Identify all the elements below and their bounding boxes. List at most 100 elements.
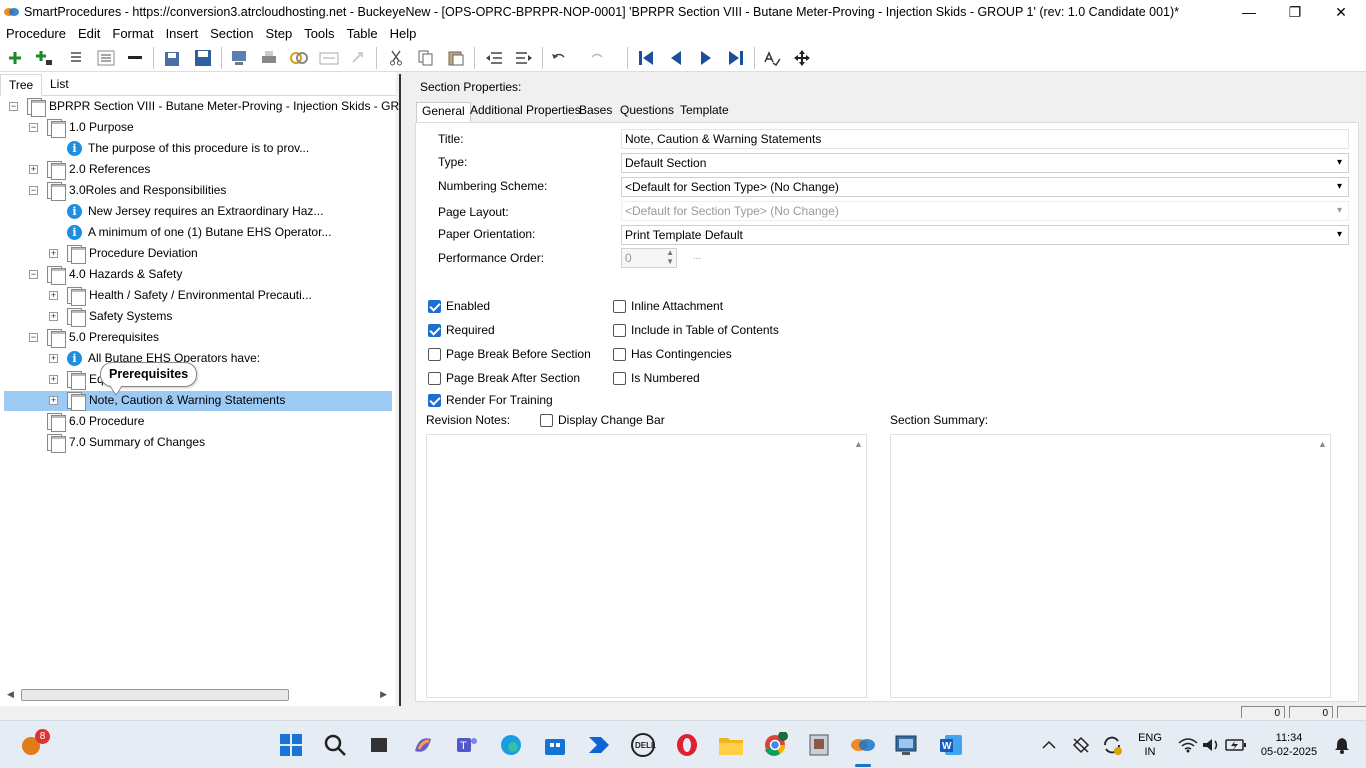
- link-icon[interactable]: [289, 48, 309, 68]
- expand-icon[interactable]: +: [49, 375, 58, 384]
- tree-node[interactable]: Health / Safety / Environmental Precauti…: [67, 285, 312, 306]
- is-numbered-checkbox[interactable]: Is Numbered: [613, 371, 700, 385]
- section-summary-textarea[interactable]: ▲: [890, 434, 1331, 698]
- collapse-icon[interactable]: −: [29, 123, 38, 132]
- cut-icon[interactable]: [386, 48, 406, 68]
- menu-step[interactable]: Step: [259, 26, 298, 41]
- save-all-icon[interactable]: [163, 48, 183, 68]
- vertical-scrollbar[interactable]: ▲: [1316, 435, 1330, 697]
- smartprocedures-taskbar-icon[interactable]: [849, 731, 877, 759]
- task-view-icon[interactable]: [365, 731, 393, 759]
- notification-icon[interactable]: [1328, 731, 1356, 759]
- remove-icon[interactable]: [125, 48, 145, 68]
- tab-general[interactable]: General: [416, 102, 471, 122]
- tree-node[interactable]: i A minimum of one (1) Butane EHS Operato…: [67, 222, 331, 242]
- dell-icon[interactable]: DELL: [629, 731, 657, 759]
- tab-template[interactable]: Template: [675, 102, 734, 122]
- tab-additional-properties[interactable]: Additional Properties: [465, 102, 586, 122]
- word-icon[interactable]: W: [937, 731, 965, 759]
- page-layout-select[interactable]: <Default for Section Type> (No Change) ▾: [621, 201, 1349, 221]
- spellcheck-icon[interactable]: [762, 48, 782, 68]
- tree-node[interactable]: 3.0Roles and Responsibilities: [47, 180, 226, 201]
- tree-node[interactable]: BPRPR Section VIII - Butane Meter-Provin…: [27, 96, 409, 117]
- has-contingencies-checkbox[interactable]: Has Contingencies: [613, 347, 732, 361]
- redo-disabled-icon[interactable]: [348, 48, 368, 68]
- menu-table[interactable]: Table: [341, 26, 384, 41]
- expand-icon[interactable]: +: [49, 312, 58, 321]
- collapse-icon[interactable]: −: [29, 333, 38, 342]
- power-automate-icon[interactable]: [585, 731, 613, 759]
- battery-icon[interactable]: [1222, 731, 1250, 759]
- outdent-icon[interactable]: [484, 48, 504, 68]
- weather-widget-icon[interactable]: 8: [18, 729, 50, 759]
- attach-icon[interactable]: [319, 48, 339, 68]
- paste-icon[interactable]: [446, 48, 466, 68]
- redo-icon[interactable]: [590, 48, 610, 68]
- language-indicator[interactable]: ENG IN: [1133, 731, 1167, 759]
- undo-icon[interactable]: [550, 48, 570, 68]
- menu-insert[interactable]: Insert: [160, 26, 205, 41]
- clock[interactable]: 11:34 05-02-2025: [1252, 731, 1326, 759]
- tab-list[interactable]: List: [42, 74, 77, 96]
- numbering-scheme-select[interactable]: <Default for Section Type> (No Change) ▾: [621, 177, 1349, 197]
- list-alt-icon[interactable]: [96, 48, 116, 68]
- horizontal-scrollbar[interactable]: ◀ ▶: [4, 688, 390, 702]
- tab-questions[interactable]: Questions: [615, 102, 679, 122]
- tree-node[interactable]: 1.0 Purpose: [47, 117, 134, 138]
- expand-icon[interactable]: +: [49, 249, 58, 258]
- tree-node[interactable]: 6.0 Procedure: [47, 411, 144, 432]
- performance-order-browse-button[interactable]: ...: [688, 251, 706, 265]
- page-break-after-checkbox[interactable]: Page Break After Section: [428, 371, 580, 385]
- menu-format[interactable]: Format: [106, 26, 159, 41]
- tree-node[interactable]: 4.0 Hazards & Safety: [47, 264, 182, 285]
- tree-node[interactable]: i New Jersey requires an Extraordinary Ha…: [67, 201, 323, 221]
- revision-notes-textarea[interactable]: ▲: [426, 434, 867, 698]
- opera-icon[interactable]: [673, 731, 701, 759]
- remote-desktop-icon[interactable]: [893, 731, 921, 759]
- tree-node[interactable]: Safety Systems: [67, 306, 172, 327]
- collapse-icon[interactable]: −: [9, 102, 18, 111]
- tree-node[interactable]: Procedure Deviation: [67, 243, 198, 264]
- page-break-before-checkbox[interactable]: Page Break Before Section: [428, 347, 591, 361]
- tree-node[interactable]: Note, Caution & Warning Statements: [67, 390, 285, 411]
- save-icon[interactable]: [193, 48, 213, 68]
- render-for-training-checkbox[interactable]: Render For Training: [428, 393, 553, 407]
- menu-help[interactable]: Help: [384, 26, 423, 41]
- move-icon[interactable]: [792, 48, 812, 68]
- indent-icon[interactable]: [514, 48, 534, 68]
- expand-icon[interactable]: +: [29, 165, 38, 174]
- title-input[interactable]: Note, Caution & Warning Statements: [621, 129, 1349, 149]
- add-icon[interactable]: [5, 48, 25, 68]
- remote-app-icon[interactable]: [805, 731, 833, 759]
- pane-splitter[interactable]: [399, 74, 407, 706]
- file-explorer-icon[interactable]: [717, 731, 745, 759]
- tree-node[interactable]: 5.0 Prerequisites: [47, 327, 159, 348]
- show-hidden-icons-icon[interactable]: [1035, 731, 1063, 759]
- tab-tree[interactable]: Tree: [0, 74, 43, 96]
- print-icon[interactable]: [259, 48, 279, 68]
- expand-icon[interactable]: +: [49, 396, 58, 405]
- tree-node[interactable]: 2.0 References: [47, 159, 150, 180]
- expand-icon[interactable]: +: [49, 291, 58, 300]
- copy-icon[interactable]: [416, 48, 436, 68]
- type-select[interactable]: Default Section ▾: [621, 153, 1349, 173]
- tree-node[interactable]: i The purpose of this procedure is to pro…: [67, 138, 309, 158]
- close-button[interactable]: ✕: [1318, 0, 1364, 24]
- chrome-icon[interactable]: [761, 731, 789, 759]
- performance-order-stepper[interactable]: 0 ▲ ▼: [621, 248, 677, 268]
- first-icon[interactable]: [636, 48, 656, 68]
- start-icon[interactable]: [277, 731, 305, 759]
- menu-section[interactable]: Section: [204, 26, 259, 41]
- teams-icon[interactable]: T: [453, 731, 481, 759]
- tree-node[interactable]: Eq: [67, 369, 104, 390]
- last-icon[interactable]: [726, 48, 746, 68]
- enabled-checkbox[interactable]: Enabled: [428, 299, 490, 313]
- expand-icon[interactable]: +: [49, 354, 58, 363]
- include-toc-checkbox[interactable]: Include in Table of Contents: [613, 323, 779, 337]
- minimize-button[interactable]: —: [1226, 0, 1272, 24]
- search-icon[interactable]: [321, 731, 349, 759]
- menu-edit[interactable]: Edit: [72, 26, 106, 41]
- copilot-icon[interactable]: [409, 731, 437, 759]
- list-icon[interactable]: [66, 48, 86, 68]
- add-child-icon[interactable]: [34, 48, 54, 68]
